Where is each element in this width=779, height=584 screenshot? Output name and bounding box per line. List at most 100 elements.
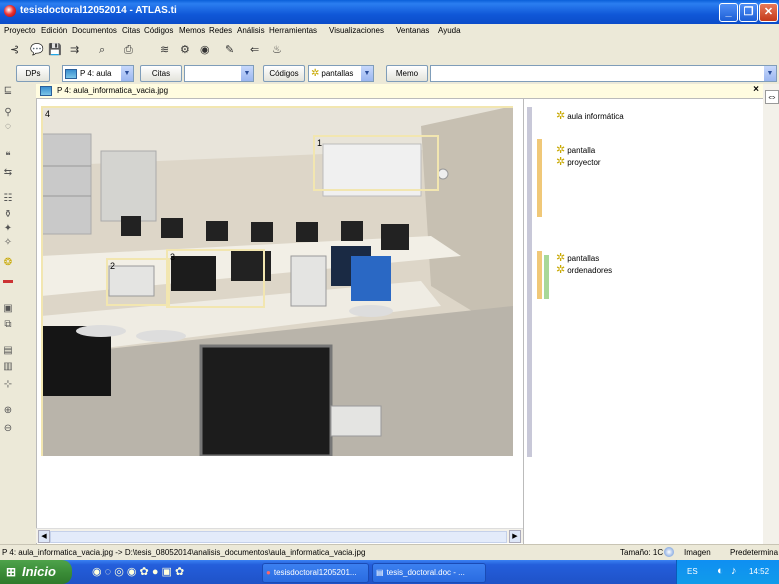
menu-proyecto[interactable]: Proyecto (4, 26, 36, 35)
margin-bar-quote-4[interactable] (527, 107, 532, 457)
quote-region-3[interactable]: 3 (166, 249, 265, 308)
quote-region-1[interactable]: 1 (313, 135, 439, 191)
documents-button[interactable]: DPs (16, 65, 50, 82)
left-tool-strip: ⊑ ⚲ ◌ ❝ ⇆ ☷ ⚱ ✦ ✧ ❂ ▬ ▣ ⧉ ▤ ▥ ⊹ ⊕ ⊖ (0, 84, 16, 544)
menu-redes[interactable]: Redes (209, 26, 232, 35)
memo-selector[interactable]: ▼ (430, 65, 777, 82)
counter-icon[interactable]: ▣ (3, 304, 13, 314)
document-selector[interactable]: P 4: aula ▼ (62, 65, 134, 82)
code-icon: ✲ (311, 68, 320, 79)
menu-analisis[interactable]: Análisis (237, 26, 265, 35)
taskbar-word-window[interactable]: ▤ tesis_doctoral.doc - ... (372, 563, 486, 583)
print-icon[interactable]: ⎙ (124, 44, 133, 56)
horizontal-scrollbar[interactable]: ◀ ▶ (36, 528, 523, 543)
image-document-icon (65, 68, 77, 79)
document-header: P 4: aula_informatica_vacia.jpg × (36, 84, 763, 99)
menu-ayuda[interactable]: Ayuda (438, 26, 461, 35)
family-icon[interactable]: ▤ (3, 346, 13, 356)
start-button[interactable]: ⊞ Inicio (0, 560, 72, 584)
memo-icon[interactable]: ▬ (3, 276, 13, 286)
network-view-icon[interactable]: ⊹ (3, 380, 13, 390)
margin-code[interactable]: ✲ aula informática (556, 109, 624, 122)
code-list-icon[interactable]: ☷ (3, 194, 13, 204)
scroll-right-icon[interactable]: ▶ (509, 530, 521, 543)
status-bar: P 4: aula_informatica_vacia.jpg -> D:\te… (0, 544, 779, 561)
menu-citas[interactable]: Citas (122, 26, 140, 35)
chevron-down-icon[interactable]: ▼ (361, 66, 373, 81)
menu-visualizaciones[interactable]: Visualizaciones (329, 26, 384, 35)
scroll-left-icon[interactable]: ◀ (38, 530, 50, 543)
quote-selector[interactable]: ▼ (184, 65, 254, 82)
network-icon[interactable]: ⊰ (10, 44, 19, 56)
image-viewer[interactable]: 4 1 2 3 (36, 98, 525, 545)
comment-icon[interactable]: 💬 (30, 44, 44, 56)
list-icon[interactable]: ▥ (3, 362, 13, 372)
right-side-strip: ⇔ (763, 84, 779, 544)
quote-marks-icon[interactable]: ❝ (3, 152, 13, 162)
code-icon: ✲ (556, 110, 566, 122)
taskbar-atlas-window[interactable]: ● tesisdoctoral1205201... (262, 563, 369, 583)
menu-codigos[interactable]: Códigos (144, 26, 173, 35)
margin-bar-quote-1[interactable] (537, 139, 542, 217)
open-code-icon[interactable]: ❂ (3, 258, 13, 268)
expand-panel-icon[interactable]: ⇔ (765, 90, 779, 104)
query-icon[interactable]: ⚙ (180, 44, 190, 56)
menu-documentos[interactable]: Documentos (72, 26, 117, 35)
quote-region-2[interactable]: 2 (106, 258, 170, 306)
code-icon: ✲ (556, 264, 566, 276)
menu-herramientas[interactable]: Herramientas (269, 26, 317, 35)
text-search-icon[interactable]: ≋ (160, 44, 169, 56)
navigation-toolbar: DPs P 4: aula ▼ Citas ▼ Códigos ✲ pantall… (0, 62, 779, 84)
network-icon[interactable]: ◐ (717, 565, 724, 577)
zoom-in-icon[interactable]: ⊕ (3, 406, 13, 416)
margin-bar-quote-3[interactable] (537, 251, 542, 299)
quote-number: 1 (317, 138, 323, 148)
cup-icon[interactable]: ♨ (272, 44, 282, 56)
restore-button[interactable]: ❐ (739, 3, 758, 22)
chevron-down-icon[interactable]: ▼ (764, 66, 776, 81)
document-path: P 4: aula_informatica_vacia.jpg -> D:\te… (2, 548, 366, 557)
menu-edicion[interactable]: Edición (41, 26, 67, 35)
margin-toggle-icon[interactable]: ⊑ (3, 86, 13, 96)
save-icon[interactable]: 💾 (48, 44, 62, 56)
scroll-thumb[interactable] (50, 531, 507, 543)
taskbar-atlas-label: tesisdoctoral1205201... (273, 568, 357, 577)
link-quotes-icon[interactable]: ⇆ (3, 168, 13, 178)
search-icon[interactable]: ⚲ (3, 108, 13, 118)
globe-icon[interactable] (664, 547, 674, 557)
margin-code[interactable]: ✲ proyector (556, 155, 601, 168)
code-add-icon[interactable]: ✦ (3, 224, 13, 234)
web-icon[interactable]: ◉ (200, 44, 210, 56)
type-label: Imagen (684, 548, 711, 557)
close-document-button[interactable]: × (753, 84, 759, 95)
code-link-icon[interactable]: ✧ (3, 238, 13, 248)
quotes-button[interactable]: Citas (140, 65, 182, 82)
filter-icon[interactable]: ⚱ (3, 210, 13, 220)
minimize-button[interactable]: _ (719, 3, 738, 22)
zoom-out-icon[interactable]: ⊖ (3, 424, 13, 434)
quick-launch-icons[interactable]: ◉ ◌ ◎ ◉ ✿ ● ▣ ✿ (92, 565, 184, 578)
back-arrow-icon[interactable]: ⇐ (250, 44, 259, 56)
close-window-button[interactable]: ✕ (759, 3, 778, 22)
binoculars-icon[interactable]: ⌕ (99, 44, 105, 56)
assign-icon[interactable]: ⇉ (70, 44, 79, 56)
chevron-down-icon[interactable]: ▼ (241, 66, 253, 81)
volume-icon[interactable]: ♪ (731, 565, 737, 577)
classroom-photo[interactable]: 4 1 2 3 (41, 106, 513, 456)
menu-ventanas[interactable]: Ventanas (396, 26, 429, 35)
copy-icon[interactable]: ⧉ (3, 320, 13, 330)
quote-number: 2 (110, 261, 116, 271)
code-selector[interactable]: ✲ pantallas ▼ (308, 65, 374, 82)
start-label: Inicio (22, 564, 56, 579)
codes-button[interactable]: Códigos (263, 65, 305, 82)
margin-bar-quote-2[interactable] (544, 255, 549, 299)
margin-area[interactable]: ✲ aula informática ✲ pantalla ✲ proyector ✲… (523, 98, 765, 545)
windows-logo-icon: ⊞ (6, 565, 17, 579)
menu-memos[interactable]: Memos (179, 26, 205, 35)
memo-button[interactable]: Memo (386, 65, 428, 82)
chevron-down-icon[interactable]: ▼ (121, 66, 133, 81)
language-indicator[interactable]: ES (687, 567, 698, 576)
comment-icon[interactable]: ◌ (3, 122, 13, 132)
pen-icon[interactable]: ✎ (225, 44, 234, 56)
margin-code[interactable]: ✲ ordenadores (556, 263, 612, 276)
